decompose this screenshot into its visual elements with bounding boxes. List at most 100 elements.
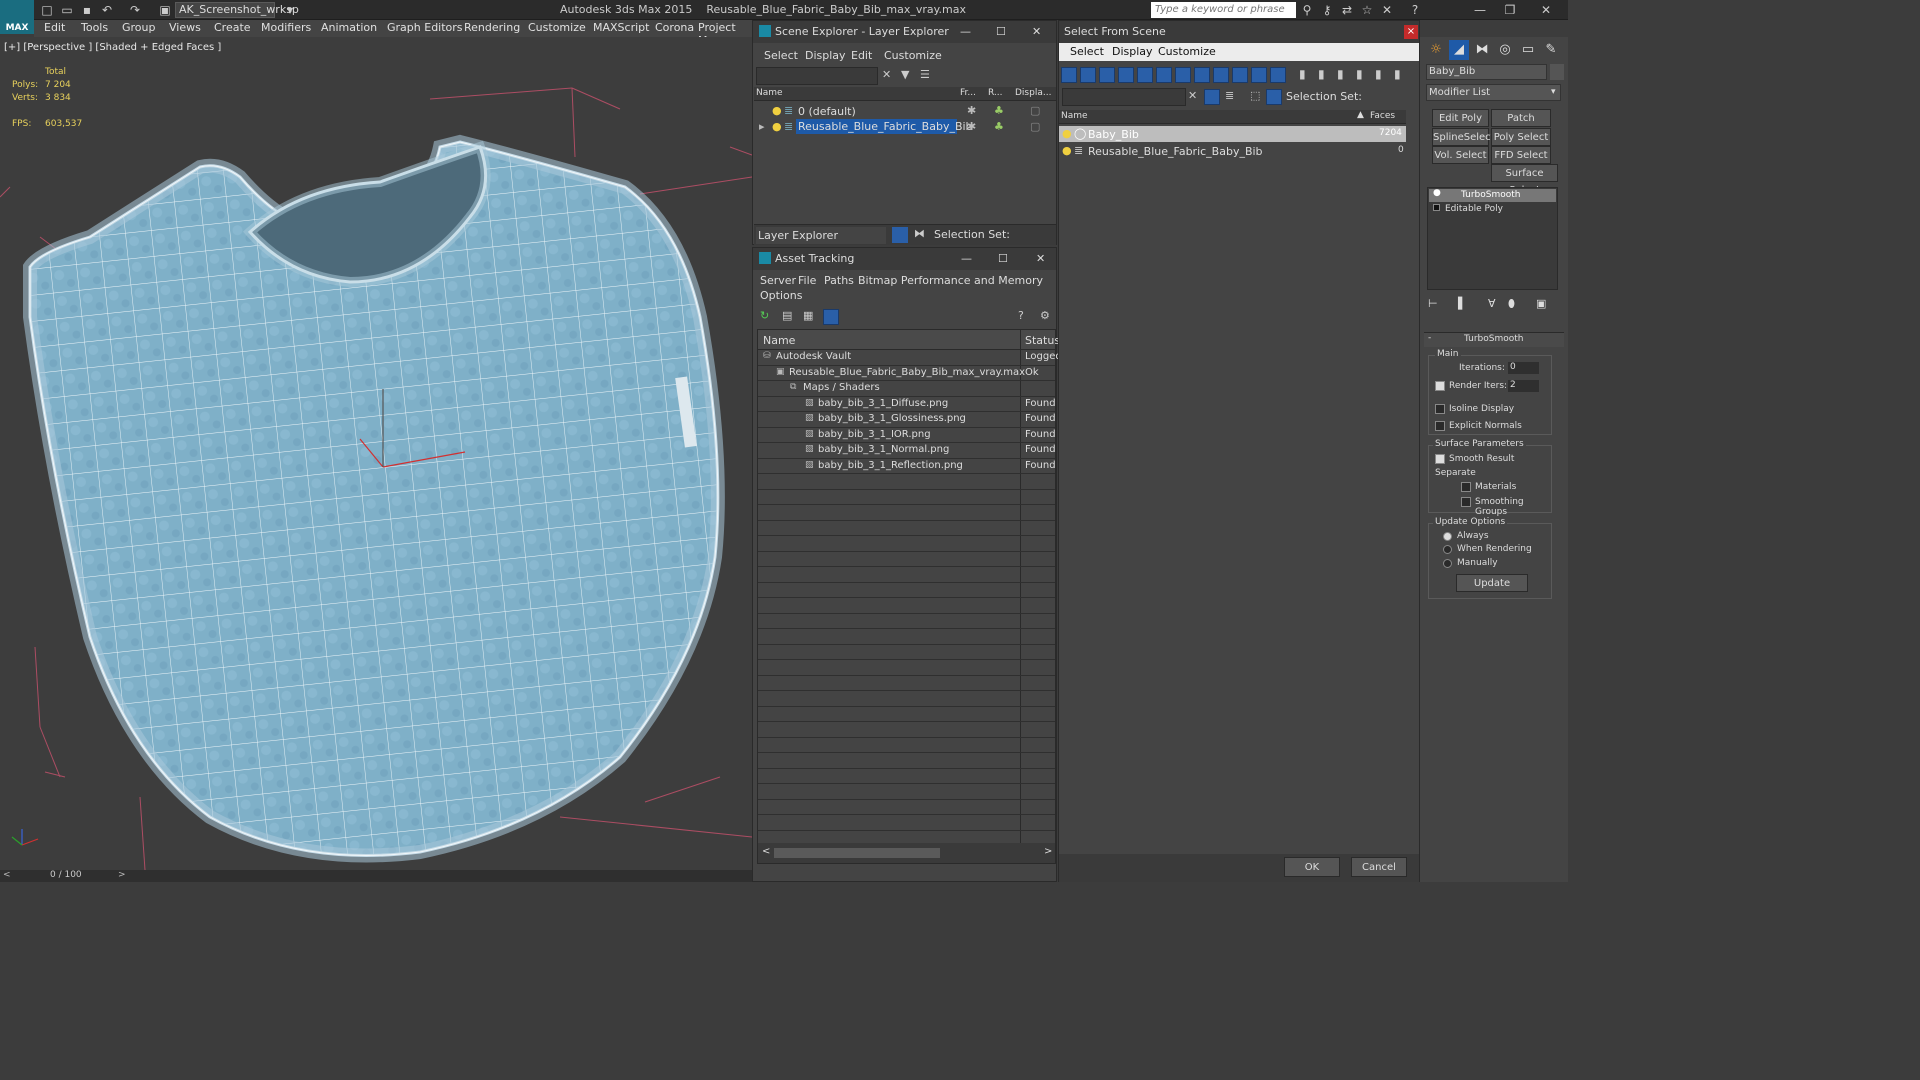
modify-tab-icon[interactable]: ◢ (1449, 40, 1469, 60)
at-col-status[interactable]: Status (1025, 334, 1060, 347)
maximize-icon[interactable]: ☐ (996, 21, 1006, 43)
at-menu-bitmap[interactable]: Bitmap Performance and Memory (858, 274, 1043, 287)
close-icon[interactable]: ✕ (1032, 21, 1041, 43)
pin-stack-icon[interactable]: ⊢ (1428, 297, 1438, 310)
asset-row[interactable] (758, 567, 1055, 583)
close-x-icon[interactable]: ✕ (1380, 3, 1394, 17)
key-icon[interactable]: ⚷ (1320, 3, 1334, 17)
display-shapes-icon[interactable] (1080, 67, 1096, 83)
asset-row[interactable] (758, 800, 1055, 815)
smoothing-groups-checkbox[interactable] (1461, 497, 1471, 510)
stack-item-turbosmooth[interactable]: ● TurboSmooth (1429, 188, 1556, 202)
asset-row[interactable] (758, 474, 1055, 490)
chevron-down-icon[interactable]: ▾ (283, 3, 297, 17)
sfs-menu-display[interactable]: Display (1112, 45, 1153, 58)
app-logo[interactable]: MAX (0, 0, 34, 34)
viewport-label[interactable]: [+] [Perspective ] [Shaded + Edged Faces… (4, 42, 221, 53)
asset-row[interactable] (758, 521, 1055, 536)
se-search-field[interactable] (756, 67, 878, 85)
object-row[interactable]: ● ≣ Reusable_Blue_Fabric_Baby_Bib 0 (1059, 143, 1406, 159)
sfs-col-name[interactable]: Name (1061, 111, 1088, 121)
asset-row[interactable] (758, 738, 1055, 753)
asset-row[interactable] (758, 769, 1055, 784)
asset-tracking-titlebar[interactable]: Asset Tracking — ☐ ✕ (753, 248, 1056, 270)
layers-icon[interactable]: ☰ (920, 68, 930, 81)
open-file-icon[interactable]: ▭ (60, 3, 74, 17)
at-menu-file[interactable]: File (798, 274, 816, 287)
maximize-icon[interactable]: ☐ (998, 248, 1008, 270)
se-col-render[interactable]: R... (988, 88, 1003, 98)
asset-row[interactable] (758, 583, 1055, 598)
table-view-icon[interactable] (823, 309, 839, 325)
display-frozen-icon[interactable] (1251, 67, 1267, 83)
asset-row[interactable]: ▧ baby_bib_3_1_IOR.png Found (758, 428, 1056, 443)
undo-icon[interactable]: ↶ (100, 3, 114, 17)
lightbulb-icon[interactable]: ● (772, 104, 782, 117)
settings-icon[interactable]: ⚙ (1040, 309, 1050, 322)
column-divider[interactable] (1020, 330, 1021, 350)
close-button[interactable]: ✕ (1532, 2, 1560, 18)
object-name-field[interactable]: Baby_Bib (1426, 64, 1547, 80)
scroll-right-icon[interactable]: > (1044, 846, 1052, 857)
explicit-normals-checkbox[interactable] (1435, 421, 1445, 434)
display-containers-icon[interactable] (1232, 67, 1248, 83)
menu-create[interactable]: Create (214, 21, 251, 34)
hierarchy-icon[interactable]: ⧓ (914, 227, 925, 240)
at-menu-paths[interactable]: Paths (824, 274, 854, 287)
close-icon[interactable]: ✕ (1036, 248, 1045, 270)
hierarchy-tab-icon[interactable]: ⧓ (1472, 40, 1492, 60)
isoline-checkbox[interactable] (1435, 404, 1445, 417)
freeze-icon[interactable]: ✱ (967, 104, 976, 117)
at-col-name[interactable]: Name (763, 334, 795, 347)
create-tab-icon[interactable]: ☼ (1426, 40, 1446, 60)
scene-explorer-titlebar[interactable]: Scene Explorer - Layer Explorer — ☐ ✕ (753, 21, 1056, 43)
layer-row[interactable]: ● ≣ 0 (default) ✱ ♣ ▢ (754, 103, 1056, 119)
turbosmooth-rollout-header[interactable]: - TurboSmooth (1424, 332, 1564, 347)
asset-row[interactable] (758, 614, 1055, 629)
menu-corona[interactable]: Corona (655, 21, 694, 34)
asset-row[interactable] (758, 505, 1055, 521)
scrollbar-thumb[interactable] (774, 848, 940, 858)
display-lights-icon[interactable] (1099, 67, 1115, 83)
save-file-icon[interactable]: ▪ (80, 3, 94, 17)
maximize-button[interactable]: ❐ (1496, 2, 1524, 18)
menu-edit[interactable]: Edit (44, 21, 65, 34)
minimize-icon[interactable]: — (960, 21, 971, 43)
display-bones-icon[interactable] (1213, 67, 1229, 83)
materials-checkbox[interactable] (1461, 482, 1471, 495)
select-none-icon[interactable]: ▮ (1318, 67, 1325, 81)
teapot-icon[interactable]: ♣ (994, 120, 1004, 133)
new-file-icon[interactable]: □ (40, 3, 54, 17)
star-icon[interactable]: ☆ (1360, 3, 1374, 17)
display-xrefs-icon[interactable] (1194, 67, 1210, 83)
menu-graph-editors[interactable]: Graph Editors (387, 21, 463, 34)
display-groups-icon[interactable] (1175, 67, 1191, 83)
time-slider[interactable]: < 0 / 100 > (0, 870, 752, 882)
ok-button[interactable]: OK (1284, 857, 1340, 877)
list-icon[interactable]: ▤ (782, 309, 792, 322)
display-box-icon[interactable]: ▢ (1030, 120, 1040, 133)
menu-animation[interactable]: Animation (321, 21, 377, 34)
iterations-spinner[interactable]: 0 (1508, 362, 1539, 374)
redo-icon[interactable]: ↷ (128, 3, 142, 17)
asset-row[interactable] (758, 707, 1055, 722)
sfs-col-faces[interactable]: Faces (1370, 111, 1395, 121)
se-menu-customize[interactable]: Customize (884, 49, 942, 62)
surface-select-button[interactable]: Surface Select (1491, 164, 1558, 196)
sfs-titlebar[interactable]: Select From Scene × (1059, 21, 1419, 43)
workspace-dropdown[interactable]: AK_Screenshot_wrksp (175, 2, 299, 18)
explorer-type-dropdown[interactable]: Layer Explorer (756, 227, 886, 244)
asset-row[interactable]: ▣ Reusable_Blue_Fabric_Baby_Bib_max_vray.… (758, 366, 1055, 381)
display-geometry-icon[interactable] (1061, 67, 1077, 83)
asset-row[interactable]: ▧ baby_bib_3_1_Glossiness.png Found (758, 412, 1056, 428)
asset-row[interactable] (758, 660, 1055, 676)
modifier-list-dropdown[interactable]: Modifier List (1426, 84, 1561, 101)
asset-row[interactable] (758, 753, 1055, 769)
clear-search-icon[interactable]: ✕ (1188, 89, 1197, 102)
asset-row[interactable] (758, 536, 1055, 552)
asset-row[interactable]: ▧ baby_bib_3_1_Reflection.png Found (758, 459, 1056, 474)
layers-icon[interactable]: ≣ (1225, 89, 1234, 102)
display-tab-icon[interactable]: ▭ (1518, 40, 1538, 60)
filter-icon[interactable]: ▼ (901, 68, 909, 81)
asset-row[interactable] (758, 629, 1055, 645)
